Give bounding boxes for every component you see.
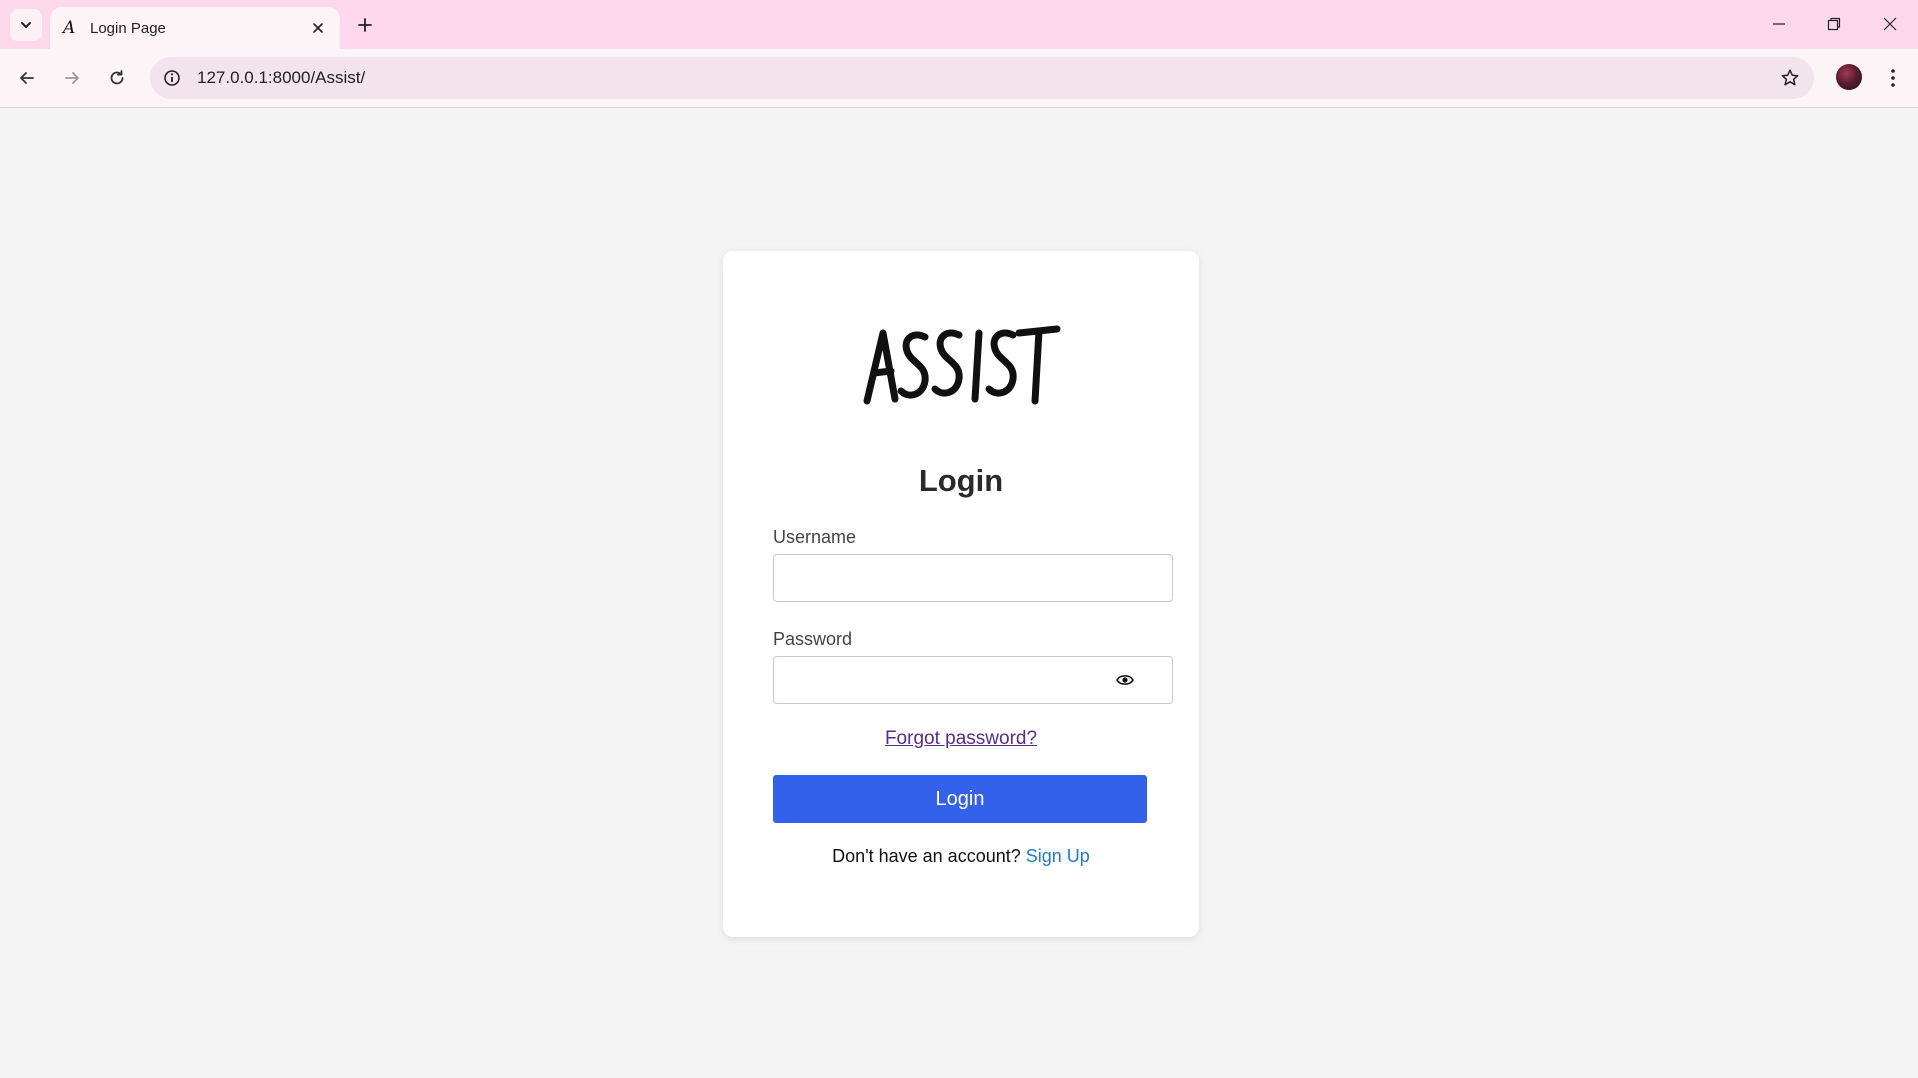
forward-button[interactable] bbox=[55, 61, 89, 95]
tab-title: Login Page bbox=[90, 20, 166, 37]
close-icon bbox=[313, 23, 323, 33]
back-button[interactable] bbox=[10, 61, 44, 95]
username-input[interactable] bbox=[773, 554, 1173, 602]
signup-row: Don't have an account? Sign Up bbox=[723, 846, 1199, 867]
tab-login-page[interactable]: A Login Page bbox=[50, 7, 340, 49]
login-button[interactable]: Login bbox=[773, 775, 1147, 823]
reload-icon bbox=[110, 70, 124, 85]
bookmark-button[interactable] bbox=[1778, 66, 1802, 90]
assist-logo-mark bbox=[863, 325, 1061, 405]
kebab-menu-icon bbox=[1891, 69, 1895, 87]
login-card: Login Username Password Forgot password?… bbox=[723, 251, 1199, 937]
eye-icon bbox=[1116, 675, 1134, 685]
reload-button[interactable] bbox=[100, 61, 134, 95]
password-label: Password bbox=[773, 629, 853, 649]
tab-favicon: A bbox=[63, 18, 76, 38]
address-bar[interactable]: 127.0.0.1:8000/Assist/ bbox=[150, 57, 1814, 99]
browser-chrome: A Login Page 127.0.0.1:8000/Assist/ bbox=[0, 0, 1918, 108]
assist-logo bbox=[723, 321, 1199, 411]
minimize-icon bbox=[1773, 23, 1785, 25]
profile-avatar[interactable] bbox=[1836, 64, 1862, 90]
star-icon bbox=[1781, 69, 1799, 86]
login-title: Login bbox=[918, 463, 1004, 498]
arrow-left-icon bbox=[20, 72, 34, 84]
close-icon bbox=[1883, 17, 1897, 31]
tab-search-button[interactable] bbox=[10, 9, 42, 41]
url-text[interactable]: 127.0.0.1:8000/Assist/ bbox=[197, 68, 365, 88]
restore-icon bbox=[1827, 17, 1841, 31]
forgot-password-link[interactable]: Forgot password? bbox=[723, 728, 1199, 750]
signup-link[interactable]: Sign Up bbox=[1026, 846, 1090, 866]
new-tab-button[interactable] bbox=[352, 12, 378, 38]
signup-prompt: Don't have an account? bbox=[832, 846, 1021, 866]
browser-menu-button[interactable] bbox=[1880, 61, 1906, 95]
arrow-right-icon bbox=[65, 72, 79, 84]
info-icon bbox=[164, 70, 180, 86]
password-input[interactable] bbox=[773, 656, 1173, 704]
browser-toolbar: 127.0.0.1:8000/Assist/ bbox=[0, 49, 1918, 108]
close-window-button[interactable] bbox=[1868, 6, 1912, 42]
chevron-down-icon bbox=[21, 22, 31, 28]
tab-close-button[interactable] bbox=[308, 18, 328, 38]
restore-button[interactable] bbox=[1812, 6, 1856, 42]
password-toggle-button[interactable] bbox=[1114, 669, 1136, 691]
minimize-button[interactable] bbox=[1757, 6, 1801, 42]
username-label: Username bbox=[773, 527, 857, 547]
tab-strip: A Login Page bbox=[0, 0, 1918, 49]
site-info-button[interactable] bbox=[160, 66, 184, 90]
plus-icon bbox=[358, 18, 372, 32]
